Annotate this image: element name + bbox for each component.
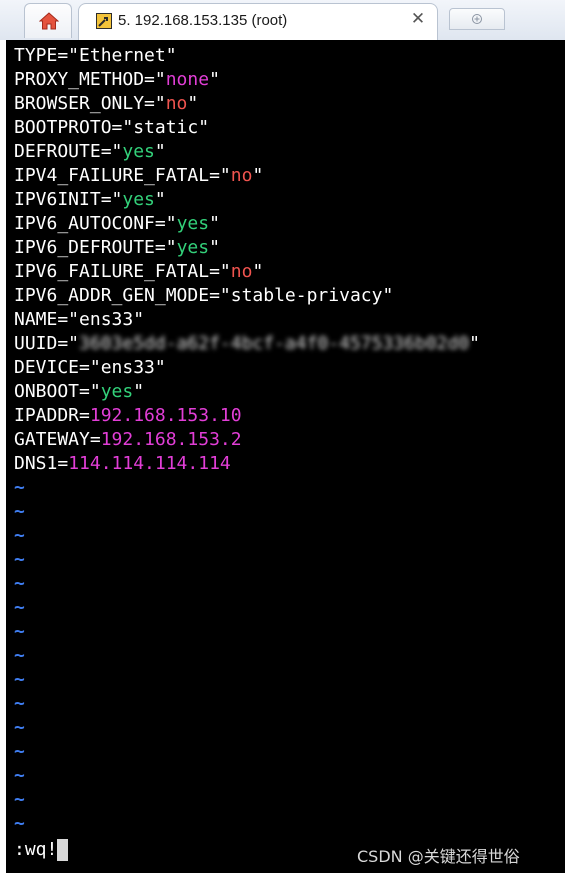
home-icon: [39, 12, 59, 30]
config-line: IPV6INIT="yes": [14, 189, 166, 210]
vim-command: :wq!: [14, 839, 58, 860]
config-line: PROXY_METHOD="none": [14, 69, 220, 90]
config-line: DNS1=114.114.114.114: [14, 453, 231, 474]
terminal-tool-icon: [96, 13, 112, 29]
config-line: DEFROUTE="yes": [14, 141, 166, 162]
config-line: IPV6_AUTOCONF="yes": [14, 213, 220, 234]
tab-session[interactable]: 5. 192.168.153.135 (root) ✕: [78, 3, 438, 40]
uuid-value-blurred: 3603e5dd-a62f-4bcf-a4f0-4575336b02d0: [79, 333, 470, 354]
empty-line-tilde: ~: [14, 813, 25, 834]
empty-line-tilde: ~: [14, 525, 25, 546]
empty-line-tilde: ~: [14, 549, 25, 570]
config-line: IPV6_FAILURE_FATAL="no": [14, 261, 264, 282]
text-cursor: [57, 839, 69, 861]
empty-line-tilde: ~: [14, 789, 25, 810]
empty-line-tilde: ~: [14, 597, 25, 618]
empty-line-tilde: ~: [14, 621, 25, 642]
config-line: UUID="3603e5dd-a62f-4bcf-a4f0-4575336b02…: [14, 333, 481, 354]
config-line: IPADDR=192.168.153.10: [14, 405, 242, 426]
new-tab-button[interactable]: [449, 8, 505, 30]
config-line: ONBOOT="yes": [14, 381, 145, 402]
watermark: CSDN @关键还得世俗: [357, 847, 520, 866]
terminal-screen[interactable]: TYPE="Ethernet" PROXY_METHOD="none" BROW…: [6, 40, 565, 873]
empty-line-tilde: ~: [14, 573, 25, 594]
empty-line-tilde: ~: [14, 741, 25, 762]
config-line: IPV4_FAILURE_FATAL="no": [14, 165, 264, 186]
close-icon[interactable]: ✕: [409, 10, 427, 28]
tab-title: 5. 192.168.153.135 (root): [118, 12, 288, 29]
new-tab-icon: [472, 14, 482, 24]
tab-bar: 5. 192.168.153.135 (root) ✕: [0, 0, 565, 40]
config-line: IPV6_DEFROUTE="yes": [14, 237, 220, 258]
empty-line-tilde: ~: [14, 765, 25, 786]
config-line: BROWSER_ONLY="no": [14, 93, 199, 114]
config-line: NAME="ens33": [14, 309, 145, 330]
config-line: DEVICE="ens33": [14, 357, 166, 378]
empty-line-tilde: ~: [14, 645, 25, 666]
empty-line-tilde: ~: [14, 669, 25, 690]
home-tab[interactable]: [24, 3, 72, 38]
empty-line-tilde: ~: [14, 717, 25, 738]
config-line: BOOTPROTO="static": [14, 117, 210, 138]
vim-command-line[interactable]: :wq!: [14, 838, 69, 862]
empty-line-tilde: ~: [14, 477, 25, 498]
config-line: IPV6_ADDR_GEN_MODE="stable-privacy": [14, 285, 394, 306]
config-line: TYPE="Ethernet": [14, 45, 177, 66]
empty-line-tilde: ~: [14, 693, 25, 714]
empty-line-tilde: ~: [14, 501, 25, 522]
config-line: GATEWAY=192.168.153.2: [14, 429, 242, 450]
